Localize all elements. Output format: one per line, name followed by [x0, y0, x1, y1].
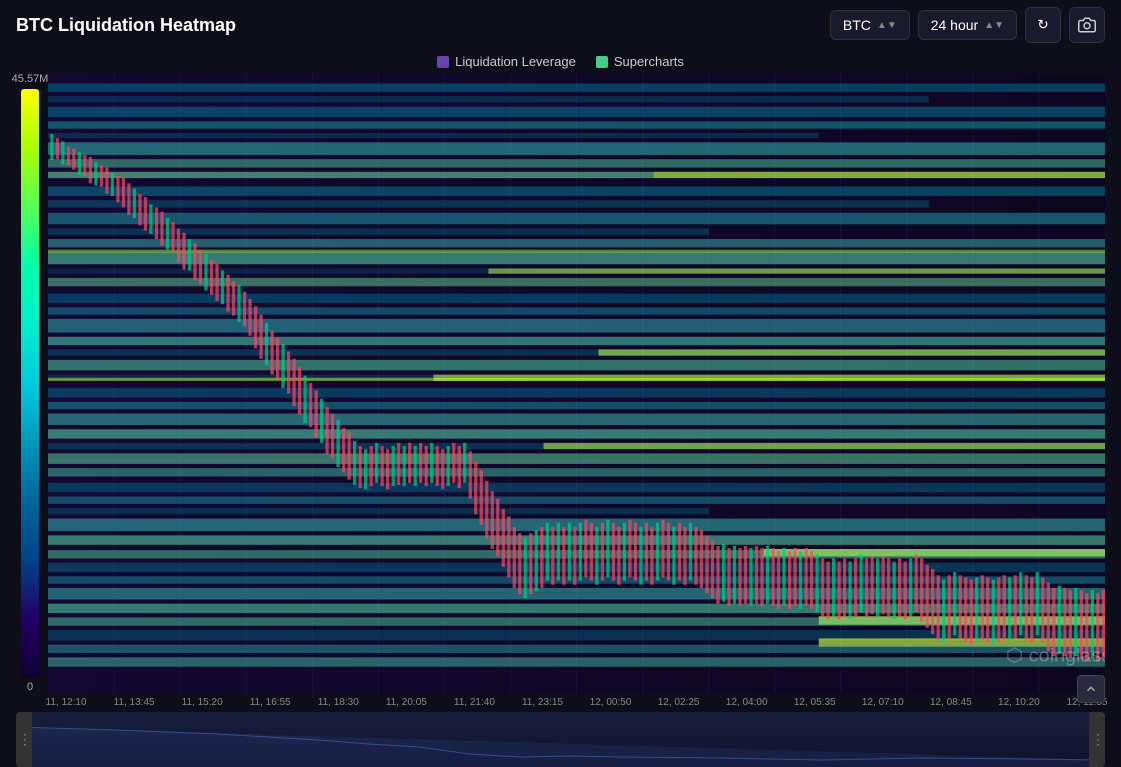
minimap-fill: [16, 712, 1105, 767]
scale-max-label: 45.57M: [12, 73, 49, 85]
legend-dot-liquidation: [437, 56, 449, 68]
x-label-9: 12, 02:25: [645, 697, 713, 708]
camera-icon: [1078, 16, 1096, 34]
controls: BTC ▲▼ 24 hour ▲▼ ↻: [830, 7, 1105, 43]
color-scale: 45.57M 0: [16, 73, 44, 693]
scroll-up-button[interactable]: [1077, 675, 1105, 703]
x-label-0: 11, 12:10: [32, 697, 100, 708]
camera-button[interactable]: [1069, 7, 1105, 43]
x-label-5: 11, 20:05: [372, 697, 440, 708]
legend-item-supercharts: Supercharts: [596, 54, 684, 69]
legend-dot-supercharts: [596, 56, 608, 68]
chart-area: 45.57M 0: [0, 73, 1121, 693]
x-label-2: 11, 15:20: [168, 697, 236, 708]
minimap-handle-left[interactable]: ⋮: [16, 712, 32, 767]
coin-selector[interactable]: BTC ▲▼: [830, 10, 910, 40]
scale-zero-label: 0: [27, 681, 33, 693]
x-label-1: 11, 13:45: [100, 697, 168, 708]
x-label-4: 11, 18:30: [304, 697, 372, 708]
gradient-bar: [21, 89, 39, 677]
minimap[interactable]: ⋮ ⋮: [16, 712, 1105, 767]
x-label-13: 12, 08:45: [917, 697, 985, 708]
legend-label-liquidation: Liquidation Leverage: [455, 54, 576, 69]
x-label-6: 11, 21:40: [440, 697, 508, 708]
x-axis: 11, 12:10 11, 13:45 11, 15:20 11, 16:55 …: [0, 693, 1121, 708]
x-label-14: 12, 10:20: [985, 697, 1053, 708]
x-label-11: 12, 05:35: [781, 697, 849, 708]
x-label-3: 11, 16:55: [236, 697, 304, 708]
svg-text:⬡ coinglass: ⬡ coinglass: [1006, 645, 1105, 666]
time-selector[interactable]: 24 hour ▲▼: [918, 10, 1017, 40]
x-label-7: 11, 23:15: [508, 697, 576, 708]
chevron-up-icon: [1084, 682, 1098, 696]
x-label-8: 12, 00:50: [577, 697, 645, 708]
handle-right-icon: ⋮: [1091, 731, 1103, 748]
time-dropdown-arrow: ▲▼: [984, 20, 1004, 31]
page-title: BTC Liquidation Heatmap: [16, 15, 818, 36]
legend-item-liquidation: Liquidation Leverage: [437, 54, 576, 69]
refresh-icon: ↻: [1037, 17, 1048, 33]
time-value: 24 hour: [931, 17, 978, 33]
handle-left-icon: ⋮: [18, 731, 30, 748]
legend-label-supercharts: Supercharts: [614, 54, 684, 69]
legend: Liquidation Leverage Supercharts: [0, 50, 1121, 73]
refresh-button[interactable]: ↻: [1025, 7, 1061, 43]
heatmap-svg: ⬡ coinglass: [48, 73, 1105, 693]
coin-dropdown-arrow: ▲▼: [877, 20, 897, 31]
chart-wrapper: ⬡ coinglass 63724 62000 60000 58000 5600…: [48, 73, 1105, 693]
x-label-12: 12, 07:10: [849, 697, 917, 708]
chart-canvas[interactable]: ⬡ coinglass: [48, 73, 1105, 693]
minimap-handle-right[interactable]: ⋮: [1089, 712, 1105, 767]
x-label-10: 12, 04:00: [713, 697, 781, 708]
coin-value: BTC: [843, 17, 871, 33]
header: BTC Liquidation Heatmap BTC ▲▼ 24 hour ▲…: [0, 0, 1121, 50]
